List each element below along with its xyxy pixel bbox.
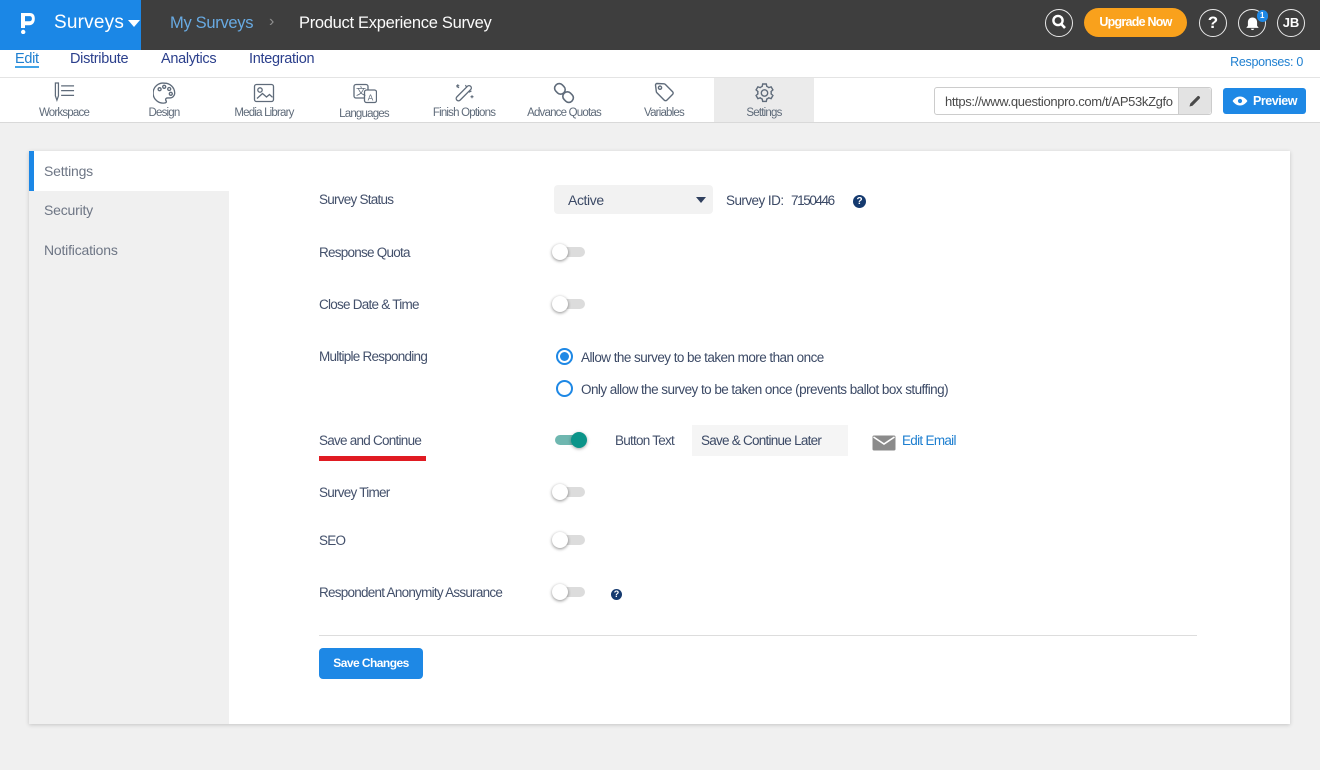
- svg-text:A: A: [367, 93, 373, 103]
- svg-text:文: 文: [356, 85, 366, 98]
